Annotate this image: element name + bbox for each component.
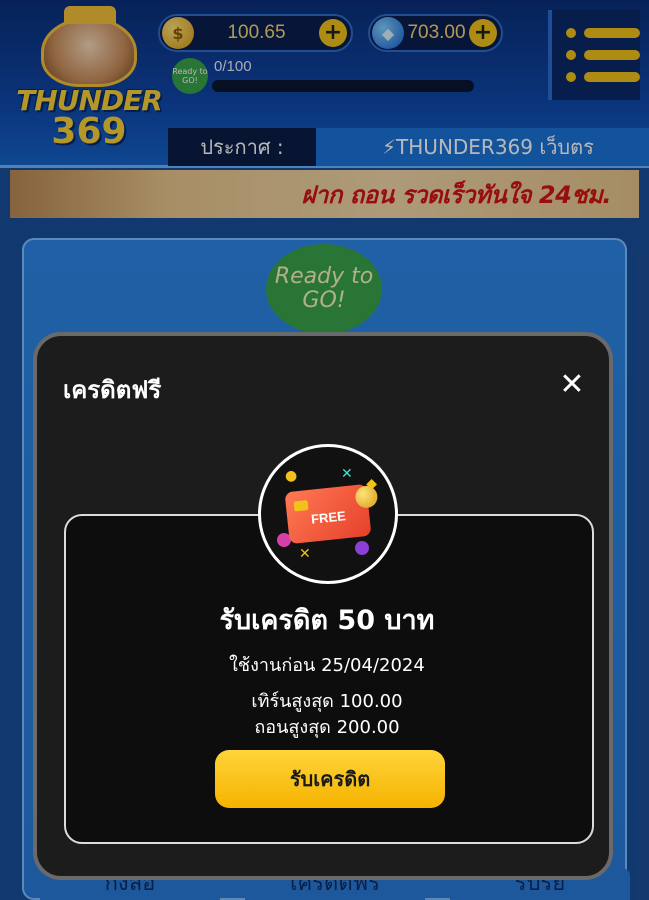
card-chip-icon: [293, 500, 309, 512]
free-credit-card-icon: ● ✕ ◆ ✕ FREE: [258, 444, 398, 584]
bubble-icon: [355, 541, 369, 555]
free-credit-modal: เครดิตฟรี ✕ ● ✕ ◆ ✕ FREE รับเครดิต 50 บา…: [33, 332, 613, 880]
sparkle-icon: ✕: [299, 546, 311, 562]
reward-title: รับเครดิต 50 บาท: [219, 605, 435, 636]
modal-title: เครดิตฟรี: [63, 376, 162, 404]
free-label: FREE: [310, 507, 347, 527]
max-turnover-text: เทิร์นสูงสุด 100.00: [251, 691, 403, 712]
close-icon[interactable]: ✕: [555, 368, 589, 402]
sparkle-icon: ●: [285, 468, 298, 484]
expire-date-text: ใช้งานก่อน 25/04/2024: [229, 655, 425, 676]
max-withdraw-text: ถอนสูงสุด 200.00: [254, 717, 400, 738]
claim-credit-button[interactable]: รับเครดิต: [215, 750, 445, 808]
sparkle-icon: ✕: [341, 466, 353, 482]
credit-card-icon: FREE: [284, 483, 379, 545]
